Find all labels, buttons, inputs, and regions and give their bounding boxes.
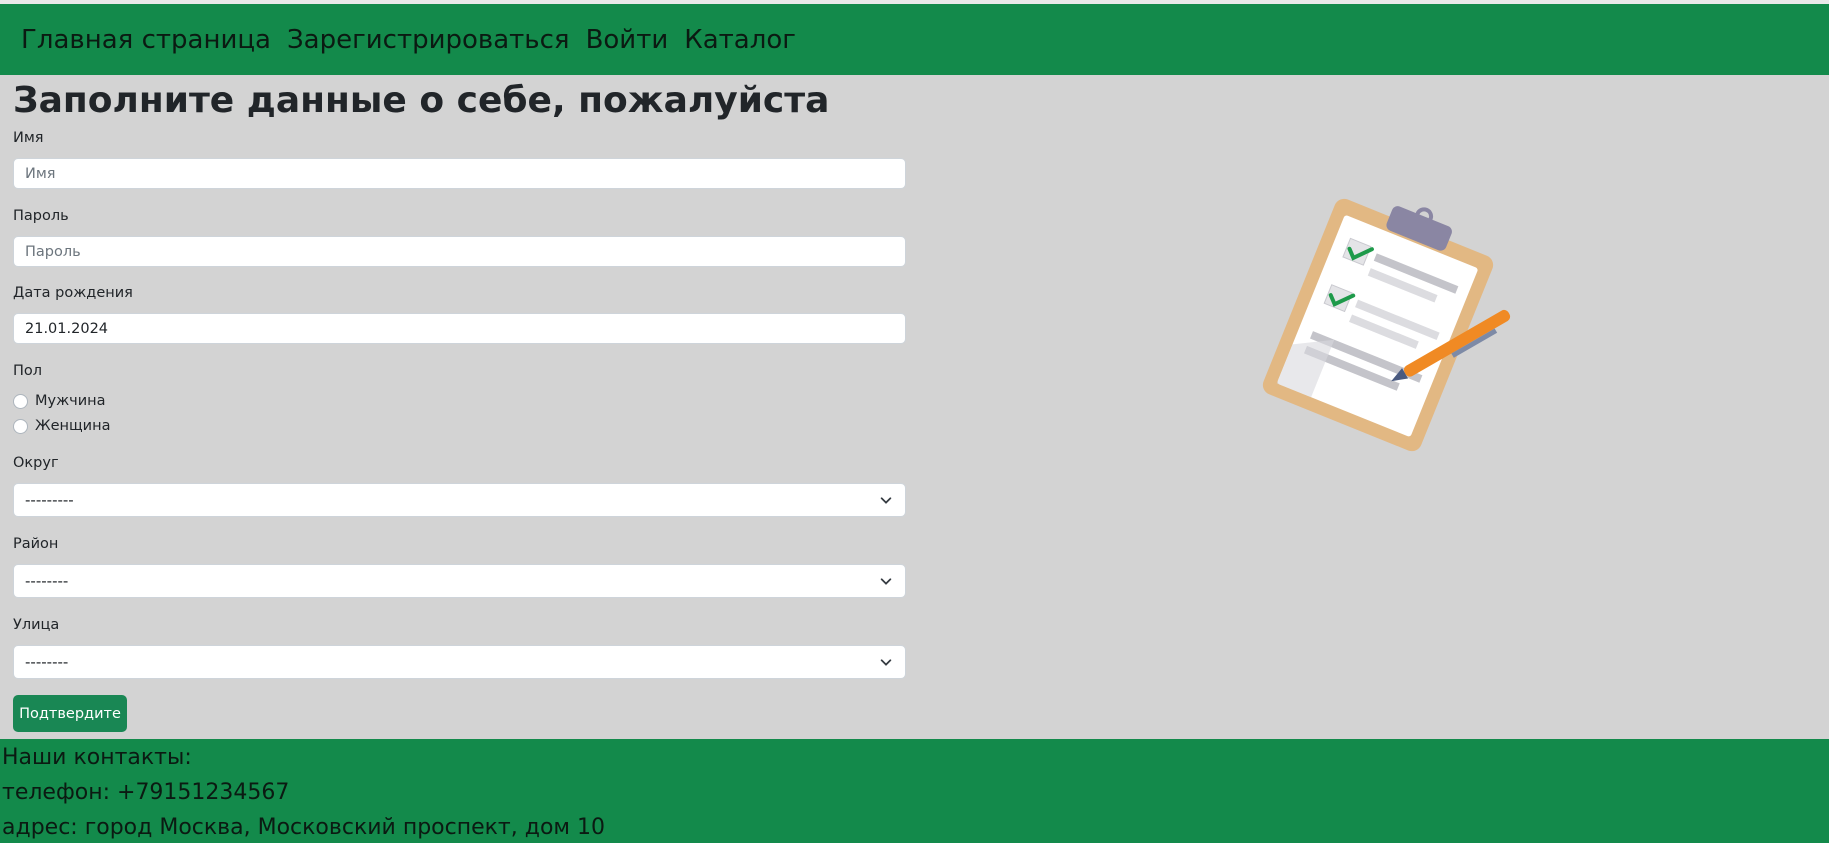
- gender-female-label: Женщина: [35, 418, 111, 434]
- submit-button[interactable]: Подтвердите: [13, 695, 127, 732]
- nav-register-link[interactable]: Зарегистрироваться: [287, 25, 570, 55]
- footer: Наши контакты: телефон: +79151234567 адр…: [0, 739, 1829, 843]
- name-input[interactable]: [13, 158, 906, 189]
- street-label: Улица: [13, 617, 60, 633]
- clipboard-checklist-icon: [1262, 198, 1511, 452]
- page-title: Заполните данные о себе, пожалуйста: [13, 80, 830, 121]
- footer-address: адрес: город Москва, Московский проспект…: [2, 815, 605, 840]
- footer-phone: телефон: +79151234567: [2, 780, 290, 805]
- password-input[interactable]: [13, 236, 906, 267]
- gender-male-radio[interactable]: [13, 393, 28, 409]
- area-select[interactable]: --------: [13, 564, 906, 598]
- street-select-value: --------: [25, 653, 69, 671]
- footer-contacts-heading: Наши контакты:: [2, 745, 192, 770]
- gender-female-option[interactable]: Женщина: [13, 418, 110, 434]
- district-select[interactable]: ---------: [13, 483, 906, 517]
- gender-male-label: Мужчина: [35, 393, 106, 409]
- gender-female-radio[interactable]: [13, 418, 28, 434]
- chevron-down-icon: [880, 659, 892, 666]
- nav-catalog-link[interactable]: Каталог: [684, 25, 796, 55]
- birthdate-input[interactable]: [13, 313, 906, 344]
- birthdate-label: Дата рождения: [13, 285, 133, 301]
- nav-home-link[interactable]: Главная страница: [21, 25, 271, 55]
- district-label: Округ: [13, 455, 59, 471]
- chevron-down-icon: [880, 497, 892, 504]
- area-label: Район: [13, 536, 59, 552]
- chevron-down-icon: [880, 578, 892, 585]
- gender-male-option[interactable]: Мужчина: [13, 393, 106, 409]
- navbar: Главная страница Зарегистрироваться Войт…: [0, 4, 1829, 75]
- password-label: Пароль: [13, 208, 69, 224]
- street-select[interactable]: --------: [13, 645, 906, 679]
- name-label: Имя: [13, 130, 44, 146]
- gender-label: Пол: [13, 363, 43, 379]
- area-select-value: --------: [25, 572, 69, 590]
- main-content: Заполните данные о себе, пожалуйста Имя …: [0, 75, 1829, 739]
- nav-login-link[interactable]: Войти: [586, 25, 669, 55]
- district-select-value: ---------: [25, 491, 74, 509]
